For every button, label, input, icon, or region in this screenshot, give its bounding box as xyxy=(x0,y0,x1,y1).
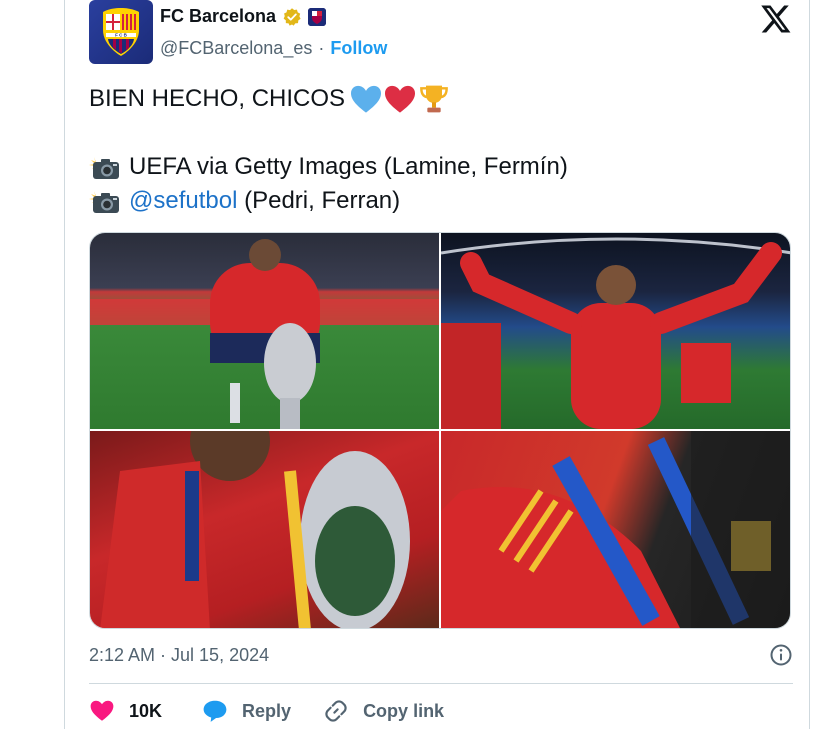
mention-link[interactable]: @sefutbol xyxy=(129,184,237,218)
credit-text-2: (Pedri, Ferran) xyxy=(237,187,401,214)
handle-row: @FCBarcelona_es · Follow xyxy=(160,38,387,59)
tweet-credit-line-1: UEFA via Getty Images (Lamine, Fermín) xyxy=(89,150,793,184)
tweet-text: BIEN HECHO, CHICOS UEFA via Getty Images… xyxy=(89,82,793,218)
tweet-card: F C B FC Barcelona @FCBarcelona_es · Fol… xyxy=(64,0,810,729)
like-count: 10K xyxy=(129,700,163,721)
photo-celebrating-player-icon xyxy=(441,237,790,429)
info-icon[interactable] xyxy=(769,643,793,667)
name-row: FC Barcelona xyxy=(160,6,327,27)
verified-gold-badge-icon xyxy=(283,7,301,26)
fcb-crest-icon: F C B xyxy=(103,8,139,56)
copy-link-label: Copy link xyxy=(363,700,445,721)
trophy-icon xyxy=(420,85,448,113)
photo-kissing-trophy-icon xyxy=(100,431,410,628)
tweet-headline: BIEN HECHO, CHICOS xyxy=(89,85,346,112)
follow-button[interactable]: Follow xyxy=(330,38,387,59)
credit-text-1: UEFA via Getty Images (Lamine, Fermín) xyxy=(129,153,568,180)
camera-flash-icon xyxy=(89,191,119,213)
tweet-credit-line-2: @sefutbol (Pedri, Ferran) xyxy=(89,184,793,218)
affiliate-badge-icon xyxy=(308,7,327,26)
camera-flash-icon xyxy=(89,157,119,179)
action-bar: 10K Reply Copy link xyxy=(89,694,444,728)
light-blue-heart-icon xyxy=(351,85,382,113)
link-icon xyxy=(325,700,347,722)
x-logo-icon[interactable] xyxy=(759,2,793,36)
separator-dot: · xyxy=(318,38,325,58)
copy-link-button[interactable]: Copy link xyxy=(323,698,444,724)
account-handle[interactable]: @FCBarcelona_es xyxy=(160,38,312,59)
reply-bubble-icon xyxy=(203,700,227,722)
reply-label: Reply xyxy=(242,700,292,721)
avatar[interactable]: F C B xyxy=(89,0,153,64)
heart-icon xyxy=(90,700,114,721)
photo-1[interactable] xyxy=(90,233,439,429)
photo-4[interactable] xyxy=(441,431,790,628)
tweet-header: F C B FC Barcelona @FCBarcelona_es · Fol… xyxy=(89,0,793,70)
reply-button[interactable]: Reply xyxy=(202,698,291,724)
photo-trophy-kneeling-icon xyxy=(90,239,439,429)
tweet-line-1: BIEN HECHO, CHICOS xyxy=(89,82,793,116)
like-button[interactable]: 10K xyxy=(89,698,162,724)
photo-2[interactable] xyxy=(441,233,790,429)
photo-medals-icon xyxy=(441,431,790,628)
timestamp-row: 2:12 AM · Jul 15, 2024 xyxy=(89,640,793,670)
photo-3[interactable] xyxy=(90,431,439,628)
svg-text:F C B: F C B xyxy=(115,33,127,38)
display-name[interactable]: FC Barcelona xyxy=(160,6,276,27)
media-grid xyxy=(89,232,791,629)
tweet-timestamp[interactable]: 2:12 AM · Jul 15, 2024 xyxy=(89,645,269,666)
divider xyxy=(89,683,793,684)
red-heart-icon xyxy=(385,85,416,113)
emoji-group xyxy=(349,83,451,115)
